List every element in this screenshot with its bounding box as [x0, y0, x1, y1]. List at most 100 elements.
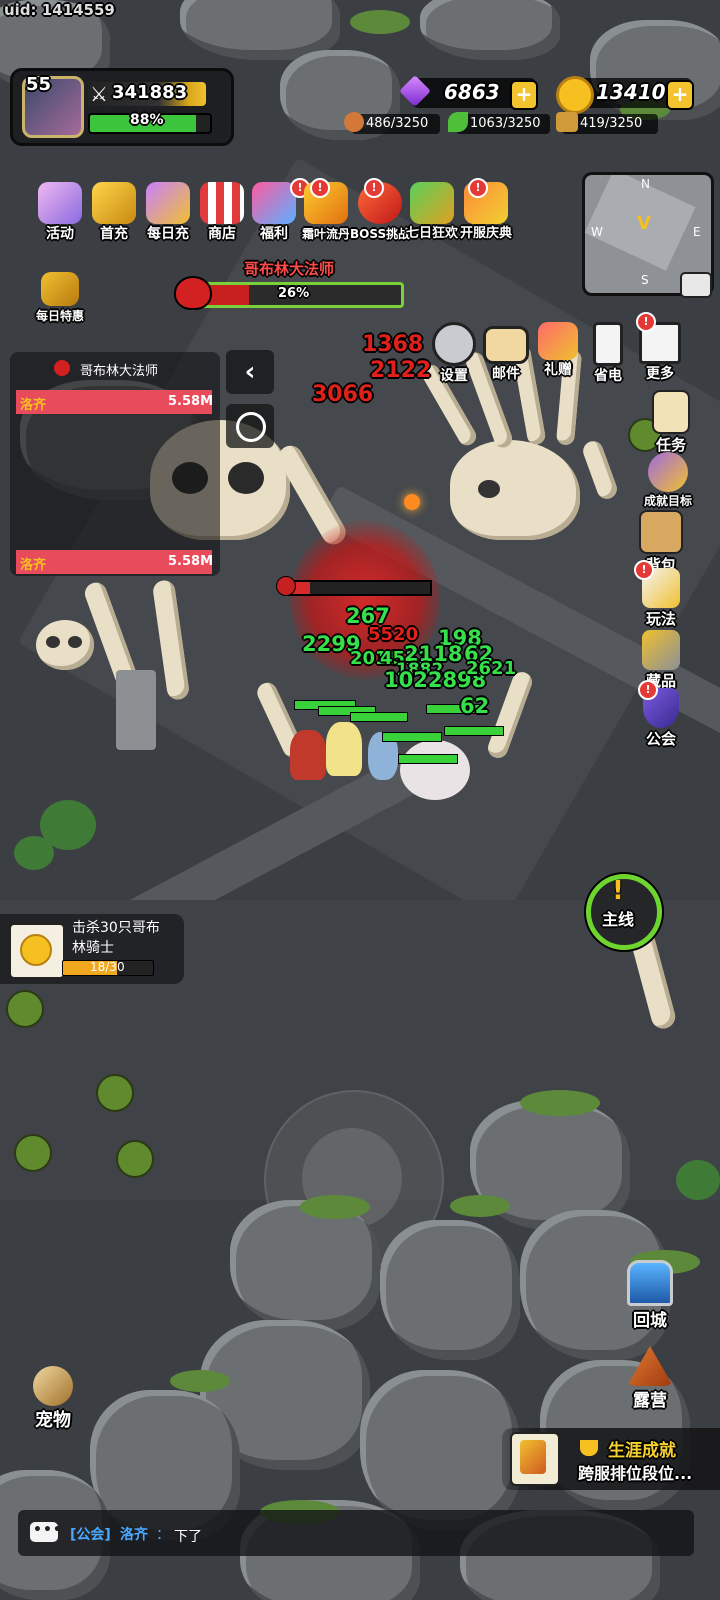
mail-label: 邮件	[492, 366, 520, 382]
server-celebration-label: 开服庆典	[459, 226, 512, 241]
chat-message: 下了	[174, 1529, 202, 1545]
wood-icon	[556, 112, 578, 132]
task-button[interactable]: 任务	[642, 390, 700, 455]
meat-count: 486/3250	[366, 116, 429, 131]
goblin-enemy[interactable]	[96, 1074, 134, 1112]
seven-day-button[interactable]: 七日狂欢	[402, 182, 462, 242]
notification-badge: !	[364, 178, 384, 198]
goblin-enemy[interactable]	[6, 990, 44, 1028]
rock	[420, 0, 560, 60]
chat-channel: [公会]	[70, 1527, 111, 1543]
notification-badge: !	[310, 178, 330, 198]
trophy-icon	[410, 182, 454, 224]
gem-count: 6863	[444, 80, 500, 104]
bag-icon	[639, 510, 683, 554]
exp-percent: 88%	[130, 112, 164, 128]
hero-hpbar	[444, 726, 504, 736]
gameplay-button[interactable]: ! 玩法	[632, 560, 690, 629]
compass-e: E	[693, 225, 701, 239]
meat-icon	[344, 112, 364, 132]
mail-button[interactable]: 邮件	[476, 322, 536, 382]
rank-row-name: 洛齐	[20, 558, 47, 573]
scale-icon	[41, 272, 79, 306]
skull-eye	[478, 480, 500, 498]
leaf-count: 1063/3250	[470, 116, 541, 131]
pet-label: 宠物	[35, 1410, 71, 1431]
compass-w: W	[591, 225, 603, 239]
goblin-enemy[interactable]	[14, 1134, 52, 1172]
boss-challenge-button[interactable]: ! BOSS挑战	[350, 178, 411, 242]
guild-label: 公会	[645, 730, 676, 748]
daily-deal-button[interactable]: 每日特惠	[30, 272, 90, 324]
shop-button[interactable]: 商店	[192, 182, 252, 242]
mail-icon	[483, 326, 529, 364]
skull-eye	[228, 462, 264, 494]
tree	[676, 1160, 720, 1200]
quest-progress: 18/30	[90, 960, 125, 974]
return-city-button[interactable]: 回城	[614, 1260, 686, 1331]
shop-label: 商店	[208, 226, 236, 242]
medal-icon	[648, 452, 688, 492]
add-gems-button[interactable]: +	[510, 80, 538, 110]
power-value: 341883	[112, 82, 188, 103]
gameplay-label: 玩法	[645, 610, 676, 628]
moss	[350, 10, 410, 34]
portal-icon	[627, 1260, 673, 1306]
devil-icon	[54, 360, 70, 376]
scroll-icon	[652, 390, 690, 434]
frost-leaf-button[interactable]: ! 霜叶流丹	[296, 178, 356, 242]
gold-count: 13410	[596, 80, 666, 104]
skull-eye	[46, 636, 60, 648]
compass-n: N	[641, 177, 650, 191]
camp-button[interactable]: 露营	[614, 1346, 686, 1411]
settings-label: 设置	[440, 368, 468, 384]
return-city-label: 回城	[633, 1311, 667, 1331]
notification-badge: !	[638, 680, 658, 700]
boss-challenge-label: BOSS挑战	[350, 227, 411, 241]
crown-icon	[92, 182, 136, 224]
more-button[interactable]: ! 更多	[630, 312, 690, 382]
collapse-button[interactable]: ‹	[226, 350, 274, 394]
camera-icon[interactable]	[680, 272, 712, 298]
guild-button[interactable]: ! 公会	[632, 680, 690, 749]
first-recharge-button[interactable]: 首充	[84, 182, 144, 242]
tree	[14, 836, 54, 870]
battery-icon	[593, 322, 623, 366]
rock	[380, 1220, 520, 1360]
power-save-button[interactable]: 省电	[578, 322, 638, 384]
add-gold-button[interactable]: +	[666, 80, 694, 110]
power-save-label: 省电	[594, 368, 622, 384]
boss-mini-hpbar	[288, 580, 432, 596]
welfare-button[interactable]: ! 福利	[244, 178, 310, 242]
rock	[360, 1370, 520, 1530]
moss	[520, 1090, 600, 1116]
stone-pillar	[116, 670, 156, 750]
rank-row-value: 5.58M	[168, 554, 214, 569]
moss	[300, 1195, 370, 1219]
leaf-icon	[448, 112, 468, 132]
rock	[230, 1200, 380, 1330]
daily-recharge-button[interactable]: 每日充	[138, 182, 198, 242]
hero-hpbar	[398, 754, 458, 764]
pet-button[interactable]: 宠物	[22, 1366, 84, 1432]
server-celebration-button[interactable]: ! 开服庆典	[456, 178, 516, 242]
chat-separator: ：	[156, 1527, 170, 1543]
goblin-enemy[interactable]	[116, 1140, 154, 1178]
damage-number: 2621	[466, 658, 517, 679]
event-button[interactable]: 活动	[30, 182, 90, 242]
achievement-goal-button[interactable]: 成就目标	[636, 452, 700, 509]
notification-badge: !	[636, 312, 656, 332]
settings-button[interactable]: 设置	[424, 322, 484, 384]
first-recharge-label: 首充	[100, 226, 128, 242]
exclamation-icon: !	[612, 876, 624, 906]
damage-number-red: 1368	[362, 332, 424, 357]
swords-icon: ⚔	[90, 82, 108, 106]
shop-icon	[200, 182, 244, 224]
hero	[400, 740, 470, 800]
event-label: 活动	[46, 226, 74, 242]
chat-dots: •••	[33, 1522, 63, 1538]
notification-badge: !	[468, 178, 488, 198]
gold-coin-icon	[20, 934, 52, 966]
moss	[170, 1370, 230, 1392]
damage-number-red: 3066	[312, 382, 374, 407]
